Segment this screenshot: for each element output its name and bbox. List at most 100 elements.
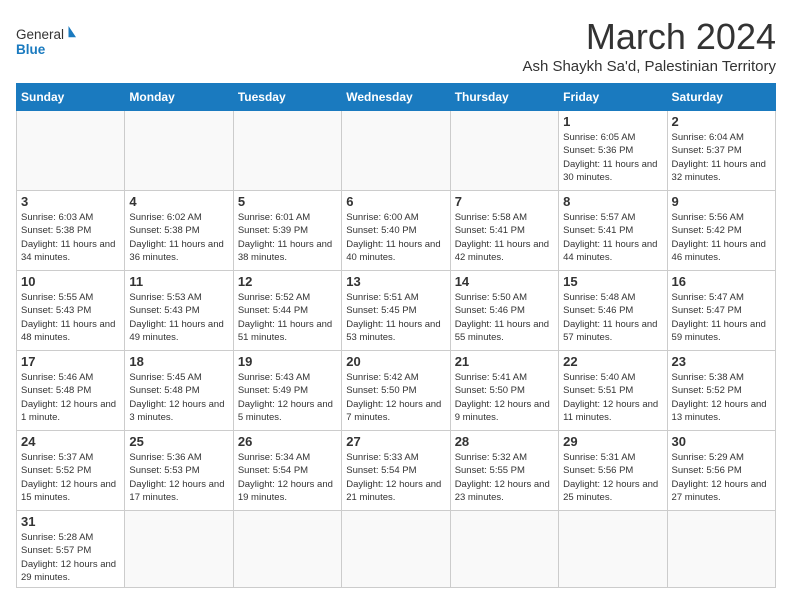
calendar-cell: 11Sunrise: 5:53 AM Sunset: 5:43 PM Dayli…: [125, 271, 233, 351]
day-number: 9: [672, 194, 771, 209]
day-info: Sunrise: 5:57 AM Sunset: 5:41 PM Dayligh…: [563, 211, 662, 264]
logo-svg: General Blue: [16, 16, 76, 66]
day-number: 12: [238, 274, 337, 289]
weekday-header-thursday: Thursday: [450, 84, 558, 111]
calendar-cell: 7 Sunrise: 5:58 AM Sunset: 5:41 PM Daylig…: [450, 191, 558, 271]
calendar-cell: [233, 111, 341, 191]
day-number: 16: [672, 274, 771, 289]
day-info: Sunrise: 5:50 AM Sunset: 5:46 PM Dayligh…: [455, 291, 554, 344]
day-info: Sunrise: 5:51 AM Sunset: 5:45 PM Dayligh…: [346, 291, 445, 344]
logo: General Blue: [16, 16, 76, 66]
calendar-cell: 24 Sunrise: 5:37 AM Sunset: 5:52 PM Dayli…: [17, 431, 125, 511]
calendar-cell: [559, 511, 667, 588]
calendar-cell: 3 Sunrise: 6:03 AM Sunset: 5:38 PM Daylig…: [17, 191, 125, 271]
calendar-cell: [125, 511, 233, 588]
calendar-cell: 22 Sunrise: 5:40 AM Sunset: 5:51 PM Dayli…: [559, 351, 667, 431]
page-container: General Blue March 2024 Ash Shaykh Sa'd,…: [16, 16, 776, 588]
calendar-cell: 26Sunrise: 5:34 AM Sunset: 5:54 PM Dayli…: [233, 431, 341, 511]
day-number: 4: [129, 194, 228, 209]
calendar-week-3: 10Sunrise: 5:55 AM Sunset: 5:43 PM Dayli…: [17, 271, 776, 351]
day-info: Sunrise: 5:46 AM Sunset: 5:48 PM Dayligh…: [21, 371, 120, 424]
calendar-cell: 20 Sunrise: 5:42 AM Sunset: 5:50 PM Dayli…: [342, 351, 450, 431]
location-subtitle: Ash Shaykh Sa'd, Palestinian Territory: [522, 58, 776, 75]
calendar-week-6: 31Sunrise: 5:28 AM Sunset: 5:57 PM Dayli…: [17, 511, 776, 588]
day-number: 23: [672, 354, 771, 369]
calendar-cell: 4Sunrise: 6:02 AM Sunset: 5:38 PM Daylig…: [125, 191, 233, 271]
day-number: 10: [21, 274, 120, 289]
calendar-cell: 21Sunrise: 5:41 AM Sunset: 5:50 PM Dayli…: [450, 351, 558, 431]
day-info: Sunrise: 5:29 AM Sunset: 5:56 PM Dayligh…: [672, 451, 771, 504]
day-info: Sunrise: 6:04 AM Sunset: 5:37 PM Dayligh…: [672, 131, 771, 184]
calendar-cell: 12 Sunrise: 5:52 AM Sunset: 5:44 PM Dayli…: [233, 271, 341, 351]
day-number: 21: [455, 354, 554, 369]
calendar-cell: [125, 111, 233, 191]
calendar-cell: 15Sunrise: 5:48 AM Sunset: 5:46 PM Dayli…: [559, 271, 667, 351]
day-info: Sunrise: 6:03 AM Sunset: 5:38 PM Dayligh…: [21, 211, 120, 264]
calendar-cell: 23 Sunrise: 5:38 AM Sunset: 5:52 PM Dayli…: [667, 351, 775, 431]
calendar-cell: 30 Sunrise: 5:29 AM Sunset: 5:56 PM Dayli…: [667, 431, 775, 511]
weekday-header-saturday: Saturday: [667, 84, 775, 111]
day-number: 29: [563, 434, 662, 449]
title-area: March 2024 Ash Shaykh Sa'd, Palestinian …: [522, 16, 776, 75]
svg-text:Blue: Blue: [16, 42, 46, 57]
day-info: Sunrise: 5:42 AM Sunset: 5:50 PM Dayligh…: [346, 371, 445, 424]
day-number: 24: [21, 434, 120, 449]
calendar-week-2: 3 Sunrise: 6:03 AM Sunset: 5:38 PM Daylig…: [17, 191, 776, 271]
calendar-cell: [667, 511, 775, 588]
day-info: Sunrise: 5:38 AM Sunset: 5:52 PM Dayligh…: [672, 371, 771, 424]
calendar-week-5: 24 Sunrise: 5:37 AM Sunset: 5:52 PM Dayli…: [17, 431, 776, 511]
day-number: 30: [672, 434, 771, 449]
day-info: Sunrise: 5:45 AM Sunset: 5:48 PM Dayligh…: [129, 371, 228, 424]
calendar-cell: 31Sunrise: 5:28 AM Sunset: 5:57 PM Dayli…: [17, 511, 125, 588]
day-info: Sunrise: 5:58 AM Sunset: 5:41 PM Dayligh…: [455, 211, 554, 264]
day-info: Sunrise: 5:48 AM Sunset: 5:46 PM Dayligh…: [563, 291, 662, 344]
weekday-header-monday: Monday: [125, 84, 233, 111]
calendar-cell: 27Sunrise: 5:33 AM Sunset: 5:54 PM Dayli…: [342, 431, 450, 511]
day-number: 6: [346, 194, 445, 209]
svg-text:General: General: [16, 27, 64, 42]
calendar-cell: 8 Sunrise: 5:57 AM Sunset: 5:41 PM Daylig…: [559, 191, 667, 271]
calendar-cell: 6Sunrise: 6:00 AM Sunset: 5:40 PM Daylig…: [342, 191, 450, 271]
calendar-cell: 10Sunrise: 5:55 AM Sunset: 5:43 PM Dayli…: [17, 271, 125, 351]
day-number: 5: [238, 194, 337, 209]
day-info: Sunrise: 5:40 AM Sunset: 5:51 PM Dayligh…: [563, 371, 662, 424]
calendar-table: SundayMondayTuesdayWednesdayThursdayFrid…: [16, 83, 776, 588]
calendar-cell: 14Sunrise: 5:50 AM Sunset: 5:46 PM Dayli…: [450, 271, 558, 351]
calendar-cell: [450, 511, 558, 588]
weekday-header-row: SundayMondayTuesdayWednesdayThursdayFrid…: [17, 84, 776, 111]
day-number: 20: [346, 354, 445, 369]
calendar-week-1: 1Sunrise: 6:05 AM Sunset: 5:36 PM Daylig…: [17, 111, 776, 191]
weekday-header-friday: Friday: [559, 84, 667, 111]
month-title: March 2024: [522, 16, 776, 58]
day-info: Sunrise: 5:52 AM Sunset: 5:44 PM Dayligh…: [238, 291, 337, 344]
day-number: 7: [455, 194, 554, 209]
calendar-cell: [342, 111, 450, 191]
day-info: Sunrise: 5:28 AM Sunset: 5:57 PM Dayligh…: [21, 531, 120, 584]
day-number: 8: [563, 194, 662, 209]
day-number: 2: [672, 114, 771, 129]
day-info: Sunrise: 5:37 AM Sunset: 5:52 PM Dayligh…: [21, 451, 120, 504]
calendar-cell: 1Sunrise: 6:05 AM Sunset: 5:36 PM Daylig…: [559, 111, 667, 191]
day-number: 3: [21, 194, 120, 209]
weekday-header-sunday: Sunday: [17, 84, 125, 111]
day-number: 18: [129, 354, 228, 369]
calendar-cell: 17Sunrise: 5:46 AM Sunset: 5:48 PM Dayli…: [17, 351, 125, 431]
day-number: 28: [455, 434, 554, 449]
day-number: 19: [238, 354, 337, 369]
calendar-cell: 25 Sunrise: 5:36 AM Sunset: 5:53 PM Dayli…: [125, 431, 233, 511]
calendar-cell: 28Sunrise: 5:32 AM Sunset: 5:55 PM Dayli…: [450, 431, 558, 511]
day-number: 11: [129, 274, 228, 289]
day-number: 22: [563, 354, 662, 369]
calendar-cell: [233, 511, 341, 588]
calendar-cell: 13Sunrise: 5:51 AM Sunset: 5:45 PM Dayli…: [342, 271, 450, 351]
calendar-cell: 16 Sunrise: 5:47 AM Sunset: 5:47 PM Dayli…: [667, 271, 775, 351]
day-info: Sunrise: 5:43 AM Sunset: 5:49 PM Dayligh…: [238, 371, 337, 424]
day-info: Sunrise: 5:33 AM Sunset: 5:54 PM Dayligh…: [346, 451, 445, 504]
calendar-cell: 2 Sunrise: 6:04 AM Sunset: 5:37 PM Daylig…: [667, 111, 775, 191]
day-number: 25: [129, 434, 228, 449]
day-info: Sunrise: 5:56 AM Sunset: 5:42 PM Dayligh…: [672, 211, 771, 264]
weekday-header-wednesday: Wednesday: [342, 84, 450, 111]
day-info: Sunrise: 6:01 AM Sunset: 5:39 PM Dayligh…: [238, 211, 337, 264]
day-info: Sunrise: 5:36 AM Sunset: 5:53 PM Dayligh…: [129, 451, 228, 504]
day-info: Sunrise: 5:47 AM Sunset: 5:47 PM Dayligh…: [672, 291, 771, 344]
